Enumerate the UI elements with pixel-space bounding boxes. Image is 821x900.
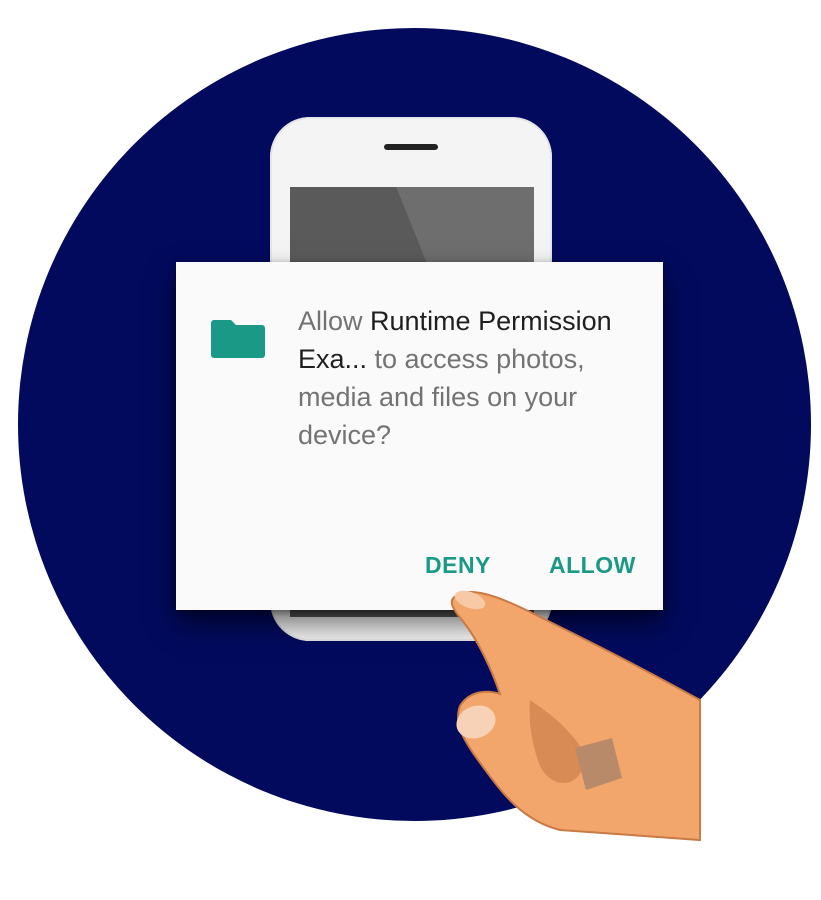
allow-button[interactable]: ALLOW bbox=[549, 552, 636, 579]
phone-speaker bbox=[384, 144, 438, 150]
folder-icon bbox=[211, 320, 265, 358]
dialog-actions: DENY ALLOW bbox=[176, 552, 663, 588]
dialog-message: Allow Runtime Permission Exa... to acces… bbox=[298, 302, 638, 454]
permission-dialog: Allow Runtime Permission Exa... to acces… bbox=[176, 262, 663, 610]
deny-button[interactable]: DENY bbox=[425, 552, 491, 579]
message-prefix: Allow bbox=[298, 306, 371, 336]
